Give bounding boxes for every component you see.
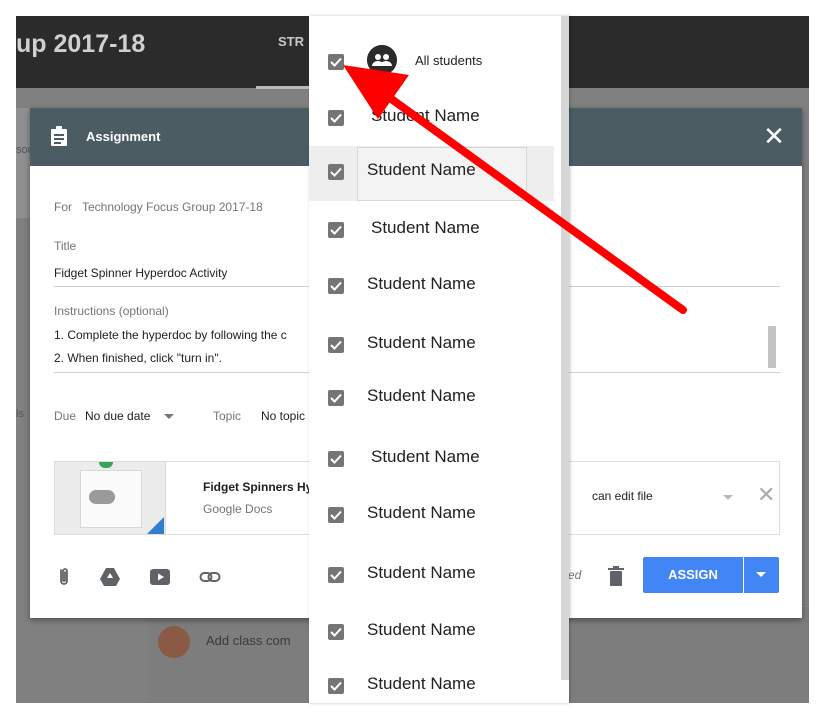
student-name: Student Name — [367, 674, 476, 693]
people-icon — [367, 45, 397, 75]
checkbox-checked[interactable] — [328, 222, 344, 238]
checkbox-checked[interactable] — [328, 337, 344, 353]
assignment-icon — [51, 126, 67, 146]
instructions-line[interactable]: 1. Complete the hyperdoc by following th… — [54, 328, 287, 342]
left-panel — [16, 108, 30, 218]
checkbox-checked[interactable] — [328, 624, 344, 640]
title-label: Title — [54, 239, 77, 253]
attachment-type: Google Docs — [203, 502, 273, 516]
topic-select[interactable]: No topic — [261, 409, 305, 423]
assign-options-button[interactable] — [744, 557, 779, 593]
doc-preview-graphic — [99, 462, 113, 468]
checkbox-checked[interactable] — [328, 678, 344, 694]
student-option[interactable]: Student Name — [309, 318, 561, 372]
left-panel-text: ls — [16, 408, 24, 420]
student-option[interactable]: Student Name — [309, 372, 561, 426]
checkbox-checked[interactable] — [328, 54, 344, 70]
attach-file-icon[interactable] — [52, 565, 76, 589]
docs-corner-icon — [147, 517, 164, 534]
chevron-down-icon[interactable] — [723, 495, 733, 500]
checkbox-checked[interactable] — [328, 567, 344, 583]
checkbox-checked[interactable] — [328, 451, 344, 467]
due-date-select[interactable]: No due date — [85, 409, 150, 423]
google-drive-icon[interactable] — [98, 565, 122, 589]
checkbox-checked[interactable] — [328, 278, 344, 294]
student-name: Student Name — [367, 386, 476, 405]
class-title: up 2017-18 — [16, 30, 146, 58]
due-label: Due — [54, 409, 77, 423]
assign-button[interactable]: ASSIGN — [643, 557, 743, 593]
for-label: For — [54, 200, 72, 214]
close-icon[interactable]: ✕ — [760, 122, 788, 150]
instructions-line[interactable]: 2. When finished, click "turn in". — [54, 351, 222, 365]
doc-preview-image — [89, 490, 115, 504]
permission-select[interactable]: can edit file — [592, 489, 653, 503]
student-option[interactable]: Student Name — [309, 544, 561, 598]
class-selector[interactable]: Technology Focus Group 2017-18 — [82, 200, 263, 214]
student-name: Student Name — [371, 218, 480, 237]
dropdown-scrollbar[interactable] — [561, 16, 569, 680]
checkbox-checked[interactable] — [328, 110, 344, 126]
student-option[interactable]: Student Name — [309, 484, 561, 538]
student-option[interactable]: Student Name — [309, 656, 561, 710]
chevron-down-icon — [756, 572, 766, 577]
checkbox-checked[interactable] — [328, 507, 344, 523]
student-option[interactable]: Student Name — [309, 426, 561, 480]
dialog-title: Assignment — [86, 129, 161, 144]
student-option[interactable]: Student Name — [309, 602, 561, 656]
remove-attachment-icon[interactable]: ✕ — [757, 482, 775, 508]
link-icon[interactable] — [198, 565, 222, 589]
student-option[interactable]: Student Name — [309, 148, 561, 202]
student-name: Student Name — [367, 333, 476, 352]
checkbox-checked[interactable] — [328, 164, 344, 180]
student-option[interactable]: Student Name — [309, 94, 561, 148]
attachment-thumbnail — [55, 462, 166, 534]
student-option[interactable]: Student Name — [309, 260, 561, 314]
topic-label: Topic — [213, 409, 242, 423]
avatar — [158, 626, 190, 658]
youtube-icon[interactable] — [148, 565, 172, 589]
student-name: Student Name — [367, 563, 476, 582]
tab-stream[interactable]: STR — [278, 34, 304, 49]
student-name: Student Name — [367, 503, 476, 522]
student-name: Student Name — [367, 160, 476, 179]
all-students-label: All students — [415, 53, 483, 68]
student-name: Student Name — [367, 274, 476, 293]
chevron-down-icon[interactable] — [164, 414, 174, 419]
student-name: Student Name — [367, 620, 476, 639]
student-option[interactable]: Student Name — [309, 206, 561, 260]
student-name: Student Name — [371, 106, 480, 125]
student-select-dropdown: All students Student Name Student Name Stu… — [309, 16, 569, 703]
title-field[interactable]: Fidget Spinner Hyperdoc Activity — [54, 266, 227, 280]
add-comment-input[interactable]: Add class com — [206, 633, 291, 648]
checkbox-checked[interactable] — [328, 390, 344, 406]
instructions-label: Instructions (optional) — [54, 304, 169, 318]
trash-icon[interactable] — [608, 566, 624, 586]
student-name: Student Name — [371, 447, 480, 466]
instructions-scrollbar[interactable] — [768, 326, 776, 368]
